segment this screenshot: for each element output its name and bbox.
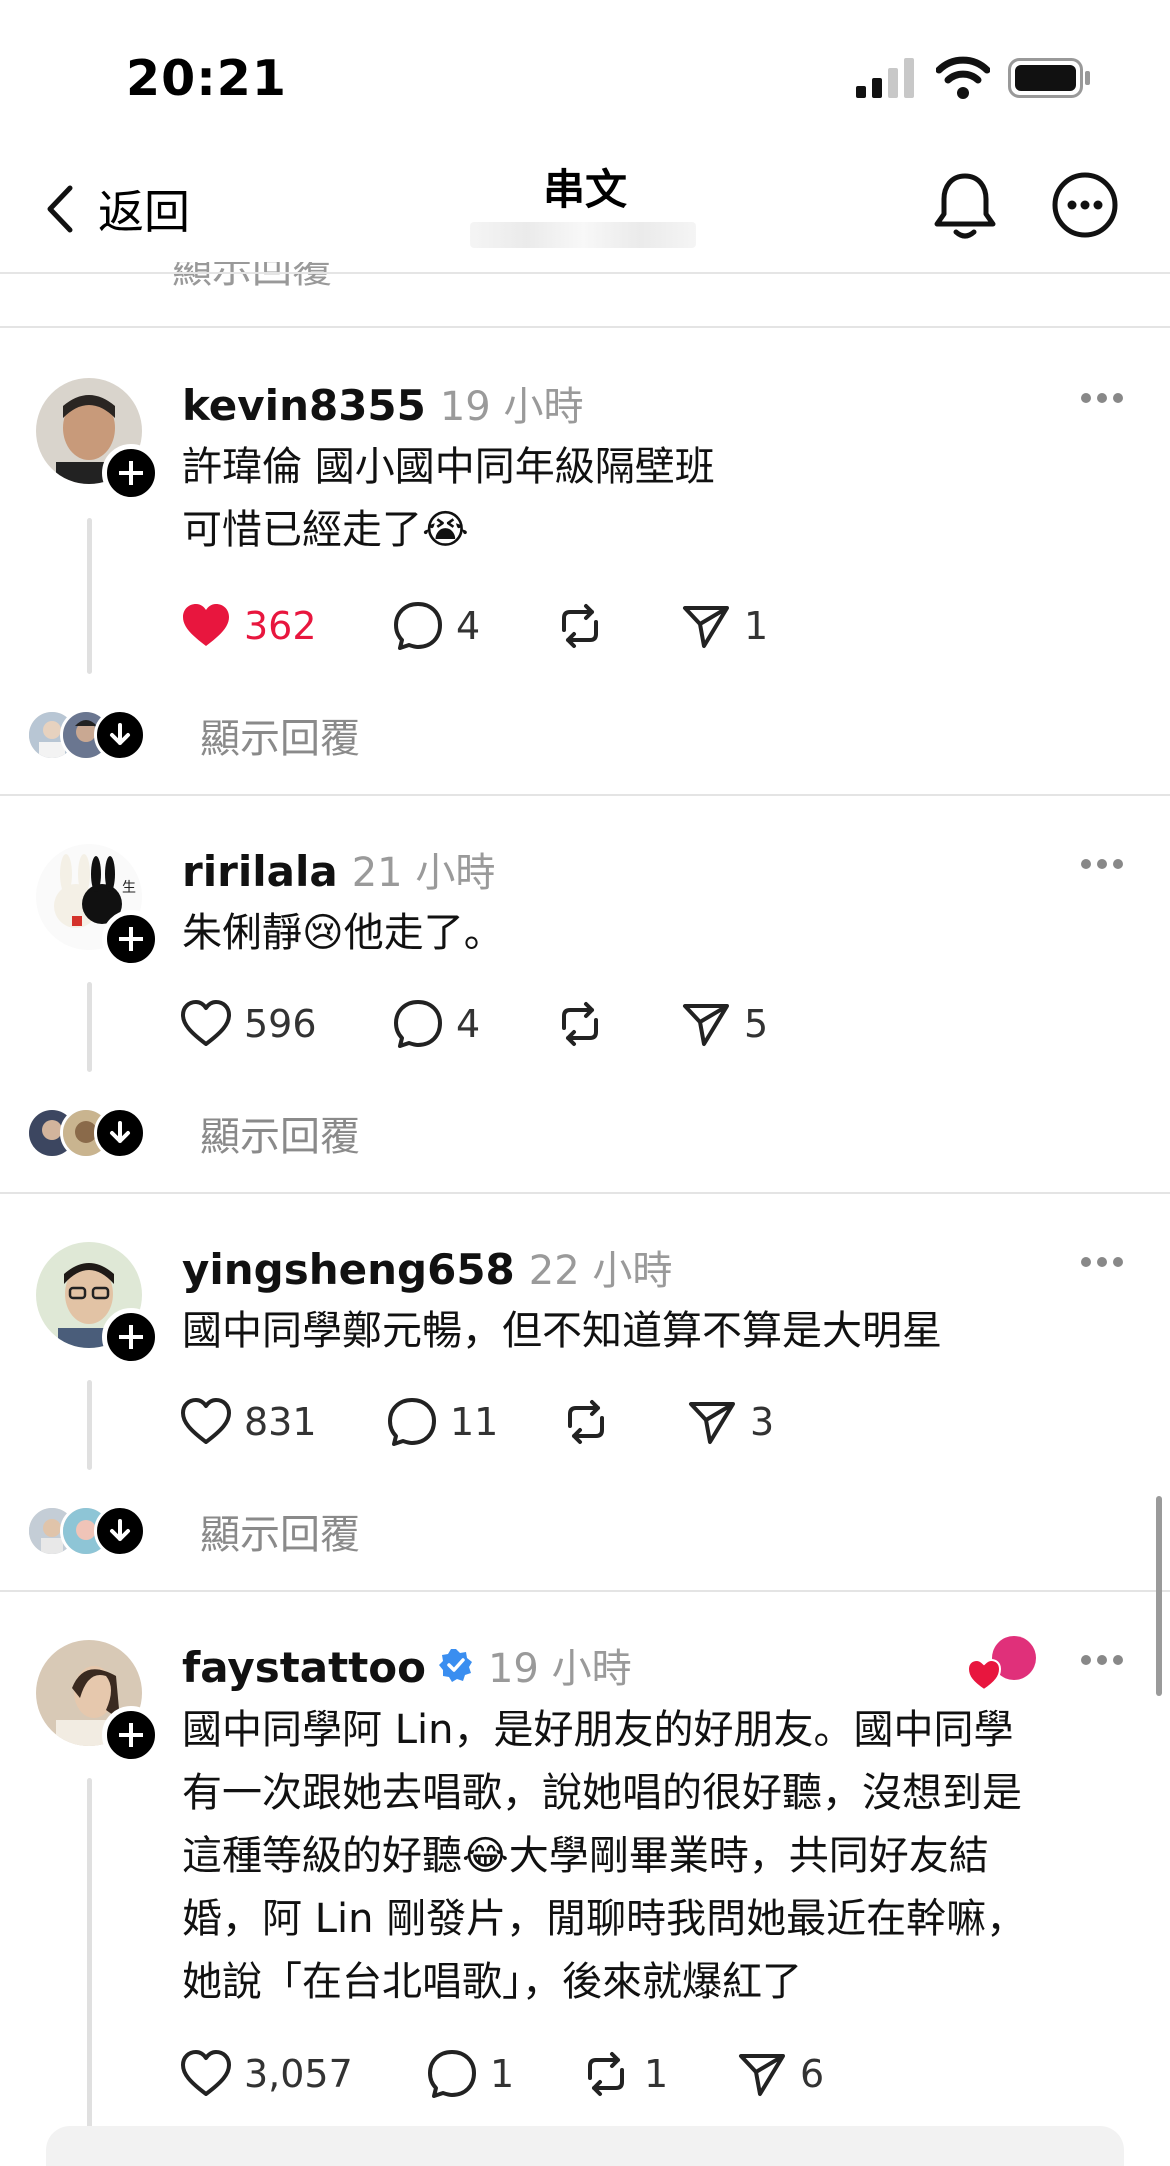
like-count: 362 [244,604,317,648]
repost-button[interactable] [560,1394,624,1450]
comment-button[interactable]: 11 [386,1394,498,1450]
partial-show-replies: 顯示回覆 [172,262,332,292]
like-count: 831 [244,1400,317,1444]
wifi-icon [936,56,990,99]
repost-icon [562,604,598,648]
repost-button[interactable] [554,996,618,1052]
verified-badge-icon [438,1649,472,1682]
comment-icon [428,2050,476,2098]
follow-plus-icon[interactable] [102,1308,160,1366]
timestamp: 19 小時 [439,384,584,430]
thread-line [87,518,92,674]
thread-line [87,982,92,1072]
post-text: 朱俐靜😢他走了。 [182,910,504,956]
show-replies-row[interactable]: 顯示回覆 [26,709,360,762]
share-count: 6 [800,2052,825,2096]
heart-outline-icon [181,1398,231,1444]
arrow-down-icon [94,1505,146,1557]
comment-count: 4 [456,1002,481,1046]
send-icon [689,1402,735,1444]
send-icon [683,1004,729,1046]
timestamp: 21 小時 [351,850,496,896]
share-button[interactable]: 5 [680,996,768,1052]
reply-composer-edge[interactable] [46,2126,1124,2166]
comment-button[interactable]: 4 [392,598,480,654]
comment-icon [388,1398,436,1446]
repost-icon [568,1400,604,1444]
battery-icon [1008,58,1090,98]
follow-plus-icon[interactable] [102,444,160,502]
arrow-down-icon [94,1107,146,1159]
thread-line [87,1778,92,2142]
bell-icon[interactable] [932,170,998,242]
share-count: 5 [744,1002,769,1046]
username[interactable]: ririlala [182,847,338,896]
post-text: 國中同學鄭元暢，但不知道算不算是大明星 [182,1308,942,1354]
post-menu-icon[interactable] [1080,1654,1124,1666]
nav-divider [0,272,1170,274]
comment-button[interactable]: 4 [392,996,480,1052]
comment-count: 4 [456,604,481,648]
comment-count: 11 [450,1400,499,1444]
show-replies-row[interactable]: 顯示回覆 [26,1107,360,1160]
svg-text:生: 生 [122,880,136,896]
comment-button[interactable]: 1 [426,2046,514,2102]
heart-outline-icon [181,2050,231,2096]
username[interactable]: yingsheng658 [182,1245,515,1294]
arrow-down-icon [94,709,146,761]
like-button[interactable]: 362 [180,598,317,654]
creator-liked-icon [968,1636,1036,1692]
blurred-subtitle [470,222,696,248]
comment-count: 1 [490,2052,515,2096]
repost-button[interactable]: 1 [580,2046,668,2102]
post-menu-icon[interactable] [1080,392,1124,404]
repost-count: 1 [644,2052,669,2096]
divider [0,1192,1170,1194]
cellular-signal-icon [856,58,914,98]
post-text: 國中同學阿 Lin，是好朋友的好朋友。國中同學 有一次跟她去唱歌，說她唱的很好聽… [182,1707,1027,2005]
post-menu-icon[interactable] [1080,1256,1124,1268]
heart-filled-icon [183,604,229,646]
scrollbar[interactable] [1156,1496,1162,1696]
show-replies-label: 顯示回覆 [200,1114,360,1160]
like-count: 3,057 [244,2052,353,2096]
divider [0,794,1170,796]
repost-button[interactable] [554,598,618,654]
post-menu-icon[interactable] [1080,858,1124,870]
show-replies-label: 顯示回覆 [200,1512,360,1558]
timestamp: 19 小時 [487,1646,632,1692]
more-options-icon[interactable] [1052,172,1118,238]
follow-plus-icon[interactable] [102,910,160,968]
send-icon [683,606,729,648]
thread-line [87,1380,92,1470]
like-button[interactable]: 831 [180,1394,317,1450]
username[interactable]: kevin8355 [182,381,426,430]
share-count: 1 [744,604,769,648]
repost-icon [588,2052,624,2096]
status-time: 20:21 [126,50,287,107]
show-replies-label: 顯示回覆 [200,716,360,762]
share-button[interactable]: 3 [686,1394,774,1450]
share-button[interactable]: 1 [680,598,768,654]
share-count: 3 [750,1400,775,1444]
divider [0,326,1170,328]
repost-icon [562,1002,598,1046]
post-text: 許瑋倫 國小國中同年級隔壁班 可惜已經走了😭 [182,444,715,553]
send-icon [739,2054,785,2096]
like-button[interactable]: 596 [180,996,317,1052]
divider [0,1590,1170,1592]
heart-outline-icon [181,1000,231,1046]
username[interactable]: faystattoo [182,1643,426,1692]
show-replies-row[interactable]: 顯示回覆 [26,1505,360,1558]
like-count: 596 [244,1002,317,1046]
share-button[interactable]: 6 [736,2046,824,2102]
like-button[interactable]: 3,057 [180,2046,353,2102]
follow-plus-icon[interactable] [102,1706,160,1764]
timestamp: 22 小時 [528,1248,673,1294]
comment-icon [394,602,442,650]
comment-icon [394,1000,442,1048]
